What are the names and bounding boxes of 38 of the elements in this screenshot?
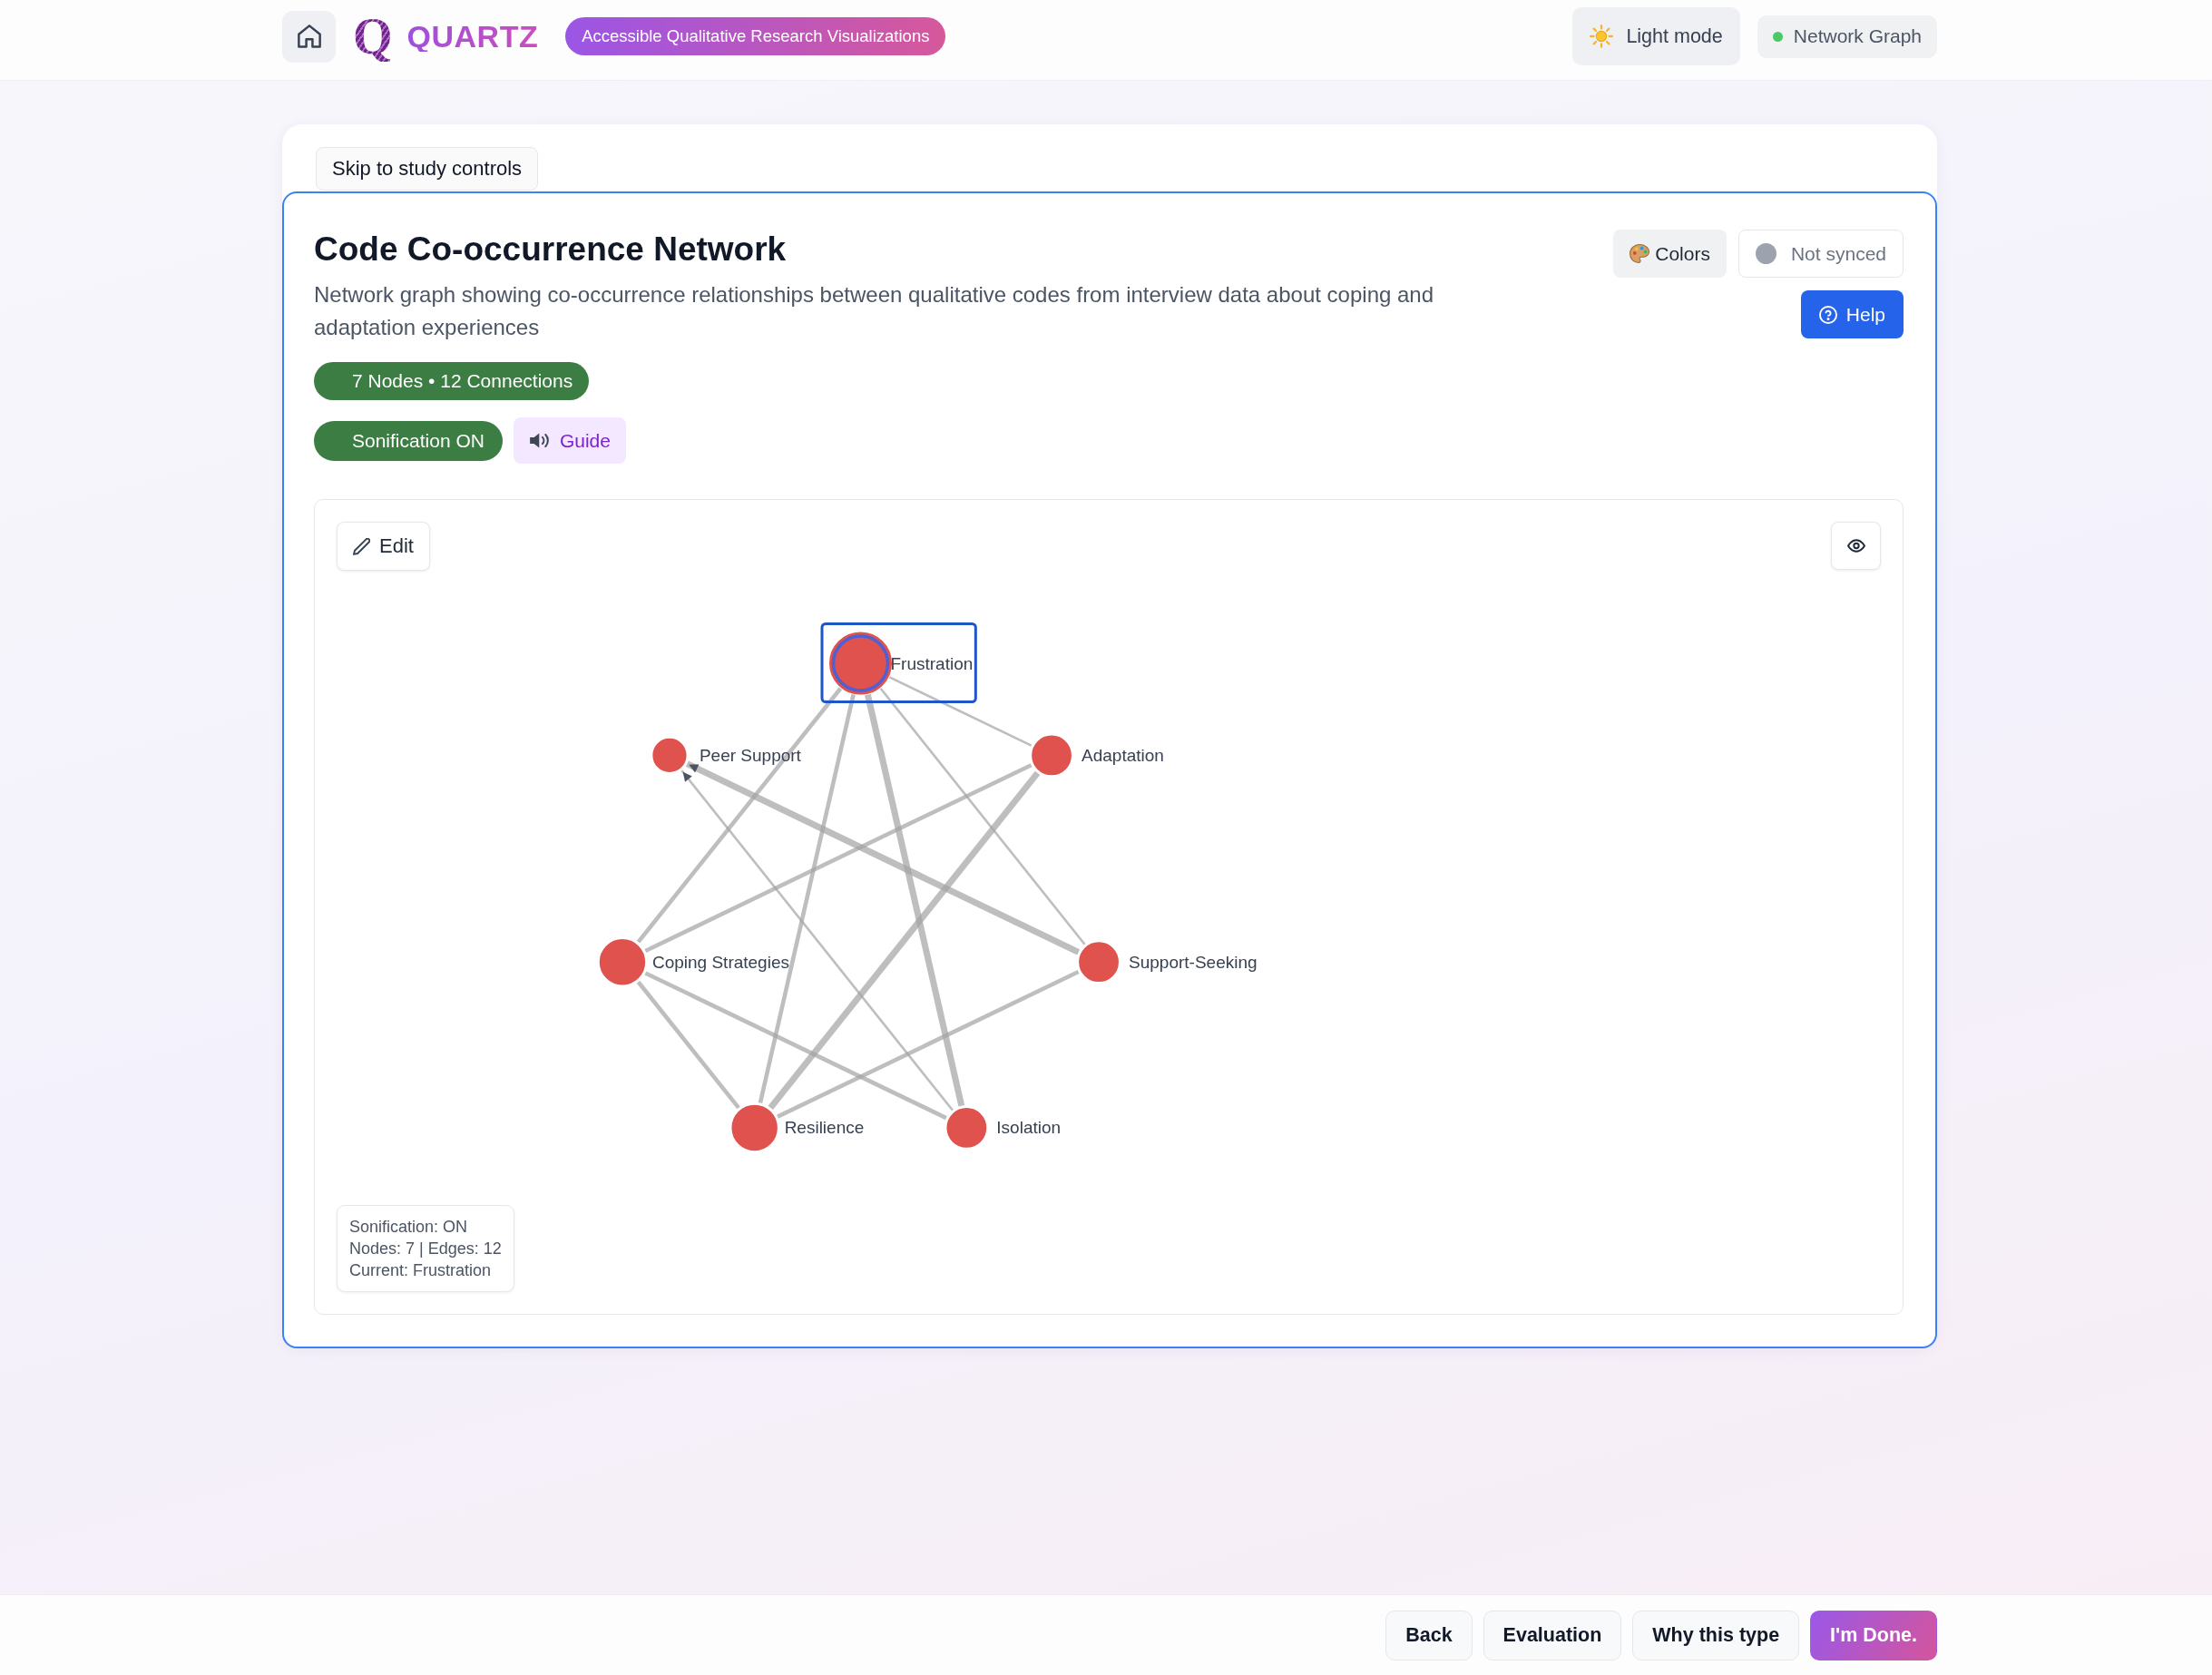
speaker-icon xyxy=(528,433,549,448)
theme-button[interactable]: Light mode xyxy=(1572,7,1740,65)
help-icon xyxy=(1818,305,1837,324)
sun-icon xyxy=(1590,24,1614,48)
node-label: Resilience xyxy=(784,1118,865,1138)
sonification-badge: Sonification ON xyxy=(314,420,503,461)
nav-button[interactable]: Why this type xyxy=(1632,1610,1800,1660)
home-icon xyxy=(297,24,321,48)
help-button[interactable]: Help xyxy=(1800,290,1904,338)
colors-button[interactable]: Colors xyxy=(1613,230,1727,278)
eye-icon xyxy=(1846,539,1865,553)
node-label: Frustration xyxy=(890,653,974,673)
pencil-icon xyxy=(353,537,370,555)
node-label: Adaptation xyxy=(1082,745,1164,765)
edit-button[interactable]: Edit xyxy=(337,522,430,571)
node-label: Support-Seeking xyxy=(1129,952,1258,972)
sync-status: Not synced xyxy=(1737,230,1904,278)
node-label: Peer Support xyxy=(699,745,801,765)
graph-node[interactable] xyxy=(829,632,892,695)
palette-icon xyxy=(1630,244,1650,263)
nav-button[interactable]: Evaluation xyxy=(1483,1610,1622,1660)
done-button[interactable]: I'm Done. xyxy=(1810,1610,1937,1660)
tagline-badge: Accessible Qualitative Research Visualizations xyxy=(565,17,946,55)
nav-button[interactable]: Back xyxy=(1385,1610,1473,1660)
status-text: Sonification: ON xyxy=(349,1217,469,1238)
panel-description: Network graph showing co-occurrence relationships between qualitative codes from interview data about coping and adaptation experiences xyxy=(314,281,1435,341)
skip-link[interactable]: Skip to study controls xyxy=(316,147,539,191)
panel-title: Code Co-occurrence Network xyxy=(314,230,788,269)
stats-badge: 7 Nodes • 12 Connections xyxy=(314,362,590,400)
view-badge: Network Graph xyxy=(1757,15,1937,58)
guide-button[interactable]: Guide xyxy=(513,417,626,464)
dot-icon xyxy=(1772,31,1783,42)
home-button[interactable] xyxy=(282,10,336,63)
status-text: Current: Frustration xyxy=(349,1260,493,1281)
node-label: Isolation xyxy=(996,1118,1062,1138)
visibility-button[interactable] xyxy=(1831,522,1881,570)
status-text: Nodes: 7 | Edges: 12 xyxy=(349,1239,502,1259)
node-label: Coping Strategies xyxy=(651,952,789,972)
